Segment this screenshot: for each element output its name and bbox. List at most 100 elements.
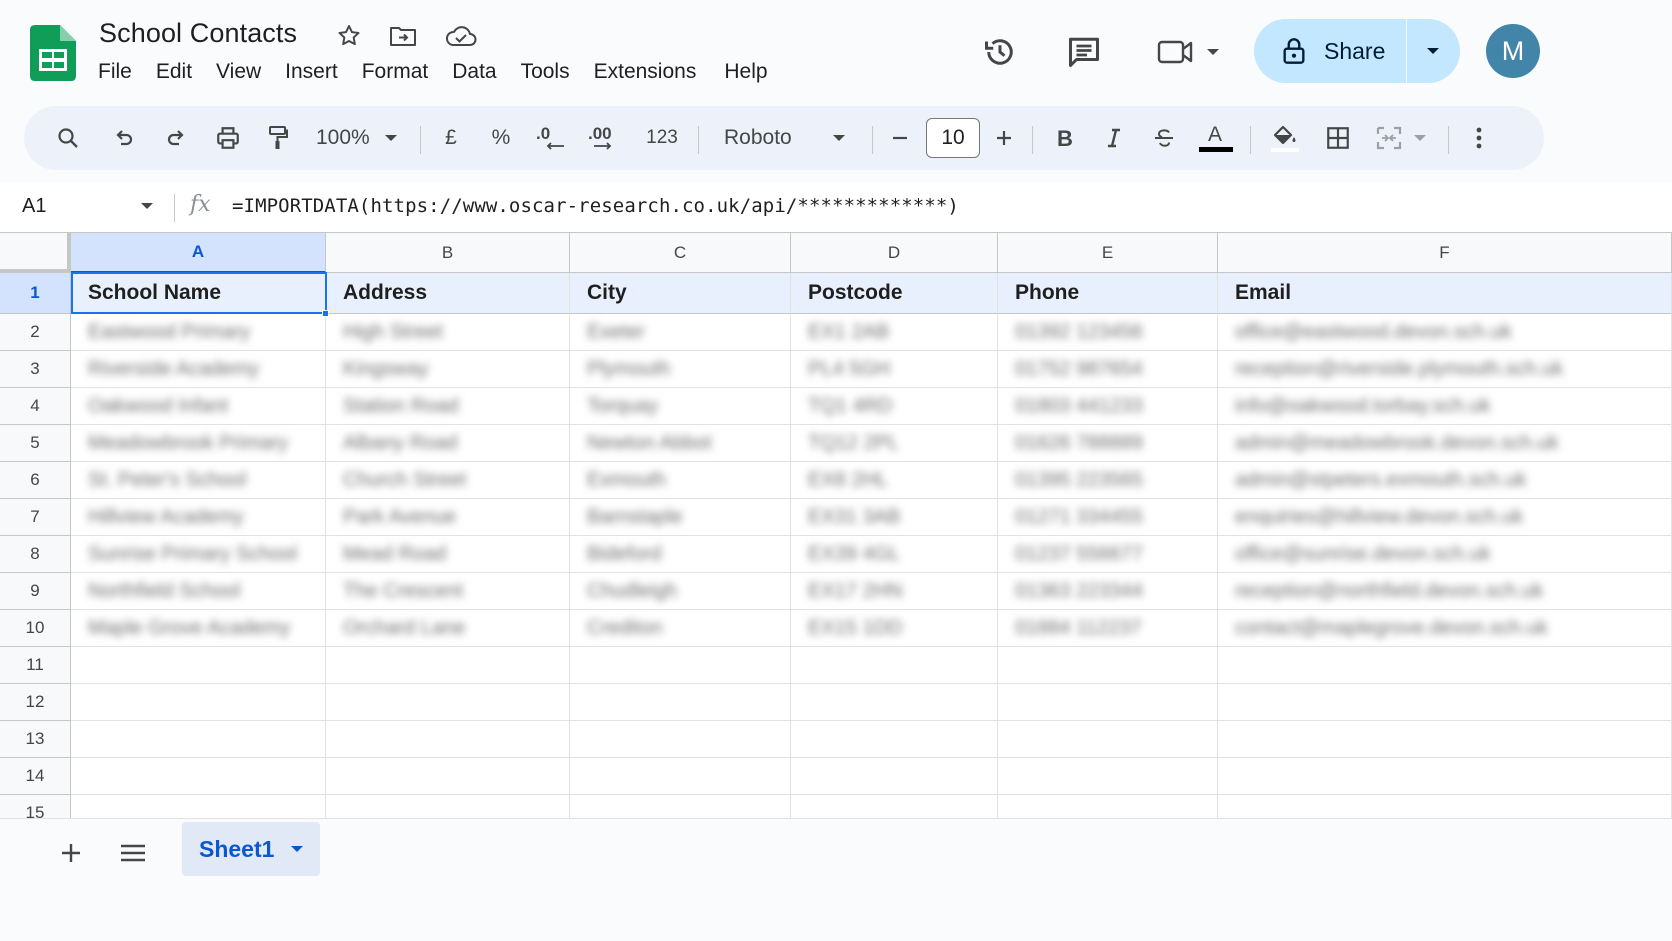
header-cell-d[interactable]: Postcode [791,273,998,314]
empty-cell[interactable] [791,721,998,758]
table-cell[interactable]: Bideford [570,536,791,573]
empty-cell[interactable] [71,684,326,721]
empty-cell[interactable] [791,795,998,818]
table-cell[interactable]: EX15 1DD [791,610,998,647]
table-cell[interactable]: Barnstaple [570,499,791,536]
empty-cell[interactable] [326,721,570,758]
empty-cell[interactable] [998,684,1218,721]
table-cell[interactable]: Park Avenue [326,499,570,536]
fill-color-icon[interactable] [1268,118,1302,158]
row-header-13[interactable]: 13 [0,721,71,758]
undo-icon[interactable] [108,118,140,158]
empty-cell[interactable] [1218,684,1672,721]
spreadsheet-grid[interactable]: A B C D E F 1 2 3 4 5 6 7 8 9 10 11 12 13 14 15 School Name Ad… [0,232,1672,818]
table-cell[interactable]: High Street [326,314,570,351]
empty-cell[interactable] [71,795,326,818]
print-icon[interactable] [212,118,244,158]
menu-format[interactable]: Format [362,60,429,84]
menu-extensions[interactable]: Extensions [594,60,697,84]
table-cell[interactable]: Orchard Lane [326,610,570,647]
empty-cell[interactable] [71,721,326,758]
select-all-corner[interactable] [0,233,71,273]
redo-icon[interactable] [160,118,192,158]
row-header-12[interactable]: 12 [0,684,71,721]
empty-cell[interactable] [570,721,791,758]
table-cell[interactable]: Meadowbrook Primary [71,425,326,462]
decrease-decimal-icon[interactable]: .0 [534,118,568,158]
empty-cell[interactable] [570,758,791,795]
comments-icon[interactable] [1064,32,1104,72]
row-header-5[interactable]: 5 [0,425,71,462]
format-percent-button[interactable]: % [486,118,516,158]
empty-cell[interactable] [1218,647,1672,684]
empty-cell[interactable] [791,758,998,795]
empty-cell[interactable] [1218,795,1672,818]
header-cell-e[interactable]: Phone [998,273,1218,314]
share-button[interactable]: Share [1254,19,1460,83]
star-icon[interactable] [333,20,365,52]
row-header-7[interactable]: 7 [0,499,71,536]
row-header-14[interactable]: 14 [0,758,71,795]
menu-data[interactable]: Data [452,60,496,84]
increase-font-size-icon[interactable] [990,118,1018,158]
table-cell[interactable]: 01884 112237 [998,610,1218,647]
table-cell[interactable]: PL4 5GH [791,351,998,388]
more-formats-button[interactable]: 123 [640,118,684,158]
paint-format-icon[interactable] [262,118,294,158]
column-header-d[interactable]: D [791,233,998,273]
table-cell[interactable]: Sunrise Primary School [71,536,326,573]
bold-icon[interactable]: B [1050,118,1078,158]
format-currency-button[interactable]: £ [438,118,464,158]
table-cell[interactable]: Newton Abbot [570,425,791,462]
table-cell[interactable]: EX1 2AB [791,314,998,351]
table-cell[interactable]: Exeter [570,314,791,351]
font-family-select[interactable]: Roboto [724,118,854,158]
more-options-icon[interactable] [1464,118,1494,158]
empty-cell[interactable] [570,647,791,684]
fill-handle[interactable] [322,310,329,317]
zoom-select[interactable]: 100% [316,118,408,158]
menu-edit[interactable]: Edit [156,60,192,84]
menu-help[interactable]: Help [724,60,767,84]
table-cell[interactable]: Station Road [326,388,570,425]
empty-cell[interactable] [326,795,570,818]
table-cell[interactable]: Northfield School [71,573,326,610]
sheet-tab-sheet1[interactable]: Sheet1 [182,822,320,876]
table-cell[interactable]: EX39 4GL [791,536,998,573]
header-cell-b[interactable]: Address [326,273,570,314]
table-cell[interactable]: admin@meadowbrook.devon.sch.uk [1218,425,1672,462]
empty-cell[interactable] [570,795,791,818]
text-color-icon[interactable]: A [1196,118,1236,158]
table-cell[interactable]: EX17 2HN [791,573,998,610]
table-cell[interactable]: Eastwood Primary [71,314,326,351]
empty-cell[interactable] [998,795,1218,818]
column-header-f[interactable]: F [1218,233,1672,273]
table-cell[interactable]: office@eastwood.devon.sch.uk [1218,314,1672,351]
italic-icon[interactable] [1100,118,1128,158]
row-header-11[interactable]: 11 [0,647,71,684]
share-dropdown-icon[interactable] [1407,19,1459,83]
table-cell[interactable]: 01271 334455 [998,499,1218,536]
table-cell[interactable]: Hillview Academy [71,499,326,536]
table-cell[interactable]: Mead Road [326,536,570,573]
row-header-9[interactable]: 9 [0,573,71,610]
empty-cell[interactable] [570,684,791,721]
table-cell[interactable]: Plymouth [570,351,791,388]
table-cell[interactable]: TQ1 4RD [791,388,998,425]
table-cell[interactable]: 01237 556677 [998,536,1218,573]
empty-cell[interactable] [71,647,326,684]
header-cell-f[interactable]: Email [1218,273,1672,314]
table-cell[interactable]: Chudleigh [570,573,791,610]
column-header-c[interactable]: C [570,233,791,273]
header-cell-c[interactable]: City [570,273,791,314]
formula-input[interactable]: =IMPORTDATA(https://www.oscar-research.c… [232,195,959,217]
empty-cell[interactable] [998,758,1218,795]
table-cell[interactable]: 01363 223344 [998,573,1218,610]
table-cell[interactable]: reception@northfield.devon.sch.uk [1218,573,1672,610]
document-title[interactable]: School Contacts [99,18,297,49]
table-cell[interactable]: Riverside Academy [71,351,326,388]
table-cell[interactable]: Maple Grove Academy [71,610,326,647]
row-header-15[interactable]: 15 [0,795,71,818]
column-header-a[interactable]: A [71,233,326,273]
move-to-folder-icon[interactable] [387,20,419,52]
